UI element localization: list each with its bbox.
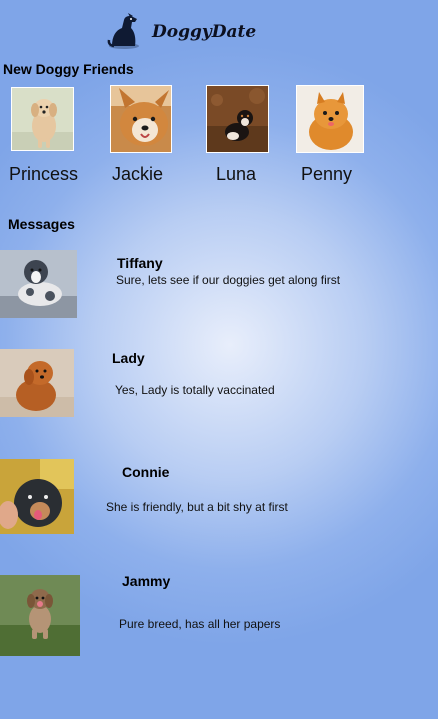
- message-sender-jammy[interactable]: Jammy: [122, 573, 170, 589]
- dog-sitting-icon: [104, 12, 144, 50]
- messages-section-title: Messages: [8, 216, 75, 232]
- friend-avatar-princess[interactable]: [11, 87, 74, 151]
- friend-avatar-luna[interactable]: [206, 85, 269, 153]
- app-brand-name: DoggyDate: [152, 22, 257, 42]
- friend-name-jackie[interactable]: Jackie: [112, 164, 163, 185]
- message-preview-tiffany[interactable]: Sure, lets see if our doggies get along …: [116, 273, 340, 287]
- message-avatar-lady[interactable]: [0, 349, 74, 417]
- friend-avatar-jackie[interactable]: [110, 85, 172, 153]
- message-avatar-tiffany[interactable]: [0, 250, 77, 318]
- friend-name-princess[interactable]: Princess: [9, 164, 78, 185]
- message-avatar-jammy[interactable]: [0, 575, 80, 656]
- friend-avatar-penny[interactable]: [296, 85, 364, 153]
- message-sender-tiffany[interactable]: Tiffany: [117, 255, 163, 271]
- message-preview-lady[interactable]: Yes, Lady is totally vaccinated: [115, 383, 275, 397]
- message-preview-jammy[interactable]: Pure breed, has all her papers: [119, 617, 280, 631]
- message-sender-lady[interactable]: Lady: [112, 350, 145, 366]
- message-sender-connie[interactable]: Connie: [122, 464, 169, 480]
- friend-name-luna[interactable]: Luna: [216, 164, 256, 185]
- friends-section-title: New Doggy Friends: [3, 61, 134, 77]
- message-avatar-connie[interactable]: [0, 459, 74, 534]
- friend-name-penny[interactable]: Penny: [301, 164, 352, 185]
- message-preview-connie[interactable]: She is friendly, but a bit shy at first: [106, 500, 288, 514]
